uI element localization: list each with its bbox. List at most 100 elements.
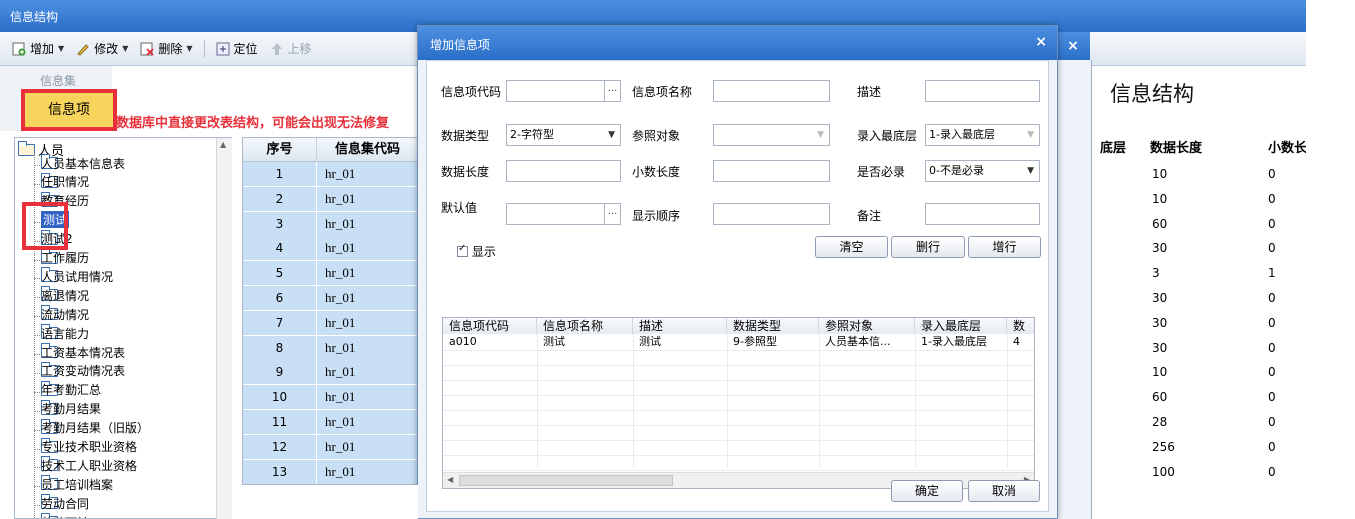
cell-length: 10 — [1152, 167, 1168, 181]
list-cell[interactable]: 1-录入最底层 — [915, 334, 1007, 350]
row-code: hr_01 — [317, 286, 417, 310]
tree-item[interactable]: 劳动合同 — [41, 494, 89, 511]
ellipsis-button[interactable]: ... — [604, 81, 620, 101]
row-index: 9 — [243, 360, 317, 385]
remark-field[interactable] — [925, 203, 1040, 225]
tree-item[interactable]: 离退情况 — [41, 286, 89, 303]
cell-decimal: 0 — [1268, 464, 1276, 479]
clear-button[interactable]: 清空 — [815, 236, 888, 258]
ok-button[interactable]: 确定 — [891, 480, 963, 502]
cell-length: 100 — [1152, 464, 1175, 479]
delete-button[interactable]: 删除 ▼ — [136, 38, 196, 59]
required-select[interactable]: 0-不是必录 ▼ — [925, 160, 1040, 182]
table-row[interactable]: 5 hr_01 — [243, 261, 417, 286]
table-row[interactable]: 9 hr_01 — [243, 360, 417, 385]
table-row[interactable]: 10 hr_01 — [243, 385, 417, 410]
scroll-up-icon[interactable]: ▲ — [220, 140, 226, 149]
chevron-down-icon[interactable]: ▼ — [122, 44, 128, 53]
move-up-label: 上移 — [287, 42, 312, 56]
ellipsis-button[interactable]: ... — [604, 204, 620, 224]
tree-item[interactable]: 工资基本情况表 — [41, 343, 125, 360]
list-column-header[interactable]: 描述 — [633, 318, 727, 334]
datatype-select[interactable]: 2-字符型 ▼ — [506, 124, 621, 146]
list-column-header[interactable]: 参照对象 — [819, 318, 915, 334]
list-cell[interactable]: 9-参照型 — [727, 334, 819, 350]
edit-button[interactable]: 修改 ▼ — [72, 38, 132, 59]
desc-field[interactable] — [925, 80, 1040, 102]
tree-item-label: 人员试用情况 — [41, 269, 114, 284]
tree-scrollbar[interactable]: ▲ — [216, 138, 232, 519]
locate-button[interactable]: 定位 — [212, 38, 262, 59]
scrollbar-thumb[interactable] — [459, 475, 673, 486]
table-row[interactable]: 2 hr_01 — [243, 186, 417, 211]
tree-item[interactable]: 技术工人职业资格 — [41, 456, 137, 473]
window-title-text: 信息结构 — [10, 10, 59, 24]
toolbar-separator — [203, 39, 205, 58]
tree-item[interactable]: 人员试用情况 — [41, 267, 113, 284]
list-column-header[interactable]: 录入最底层 — [915, 318, 1007, 334]
close-icon[interactable]: × — [1035, 34, 1047, 50]
column-header-code[interactable]: 信息集代码 — [317, 138, 417, 162]
list-cell[interactable]: 人员基本信... — [819, 334, 915, 350]
name-field[interactable] — [713, 80, 830, 102]
required-value: 0-不是必录 — [929, 164, 984, 177]
tree-item[interactable]: 工作履历 — [41, 248, 89, 265]
table-row[interactable]: 3 hr_01 — [243, 211, 417, 236]
tab-infoitem[interactable]: 信息项 — [21, 89, 117, 131]
code-field[interactable]: ... — [506, 80, 621, 102]
list-column-header[interactable]: 数据类型 — [727, 318, 819, 334]
list-cell[interactable]: 4 — [1007, 334, 1034, 350]
tree-item[interactable]: 流动情况 — [41, 305, 89, 322]
delete-row-button[interactable]: 删行 — [891, 236, 965, 258]
chevron-down-icon[interactable]: ▼ — [186, 44, 192, 53]
show-checkbox[interactable]: 显示 — [457, 243, 496, 260]
table-row[interactable]: 13 hr_01 — [243, 459, 417, 484]
tree-item[interactable]: 考勤月结果 — [41, 399, 101, 416]
tree-item[interactable]: 工资变动情况表 — [41, 361, 125, 378]
level-select[interactable]: 1-录入最底层 ▼ — [925, 124, 1040, 146]
length-field[interactable] — [506, 160, 621, 182]
list-gridline — [537, 334, 538, 468]
move-up-button[interactable]: 上移 — [266, 38, 316, 59]
tree-item[interactable]: 员工培训档案 — [41, 475, 113, 492]
list-cell[interactable]: a010 — [443, 334, 537, 350]
decimal-field[interactable] — [713, 160, 830, 182]
list-column-header[interactable]: 信息项名称 — [537, 318, 633, 334]
cell-decimal: 0 — [1268, 415, 1276, 429]
tree-item[interactable]: 年考勤汇总 — [41, 380, 101, 397]
scroll-left-icon[interactable]: ◀ — [447, 475, 453, 484]
right-title: 信息结构 — [1110, 82, 1194, 106]
table-row[interactable]: 7 hr_01 — [243, 310, 417, 335]
table-row[interactable]: 6 hr_01 — [243, 286, 417, 310]
tree-item[interactable]: 考勤月结果（旧版） — [41, 418, 149, 435]
column-header-decimal[interactable]: 小数长 — [1268, 137, 1306, 161]
table-row[interactable]: 1 hr_01 — [243, 162, 417, 186]
list-column-header[interactable]: 信息项代码 — [443, 318, 537, 334]
order-field[interactable] — [713, 203, 830, 225]
tree-item[interactable]: 专业技术职业资格 — [41, 437, 137, 454]
add-button[interactable]: 增加 ▼ — [8, 38, 68, 59]
tree-item[interactable]: 语言能力 — [41, 324, 89, 341]
tree-item[interactable]: 人员基本信息表 — [41, 154, 125, 171]
ref-select[interactable]: ▼ — [713, 124, 830, 146]
background-dialog-close[interactable]: × — [1056, 32, 1090, 60]
list-cell[interactable]: 测试 — [633, 334, 727, 350]
chevron-down-icon[interactable]: ▼ — [58, 44, 64, 53]
table-row[interactable]: 4 hr_01 — [243, 236, 417, 261]
table-row[interactable]: 12 hr_01 — [243, 434, 417, 459]
column-header-layer[interactable]: 底层 — [1100, 137, 1126, 161]
list-column-header[interactable]: 数 — [1007, 318, 1034, 334]
tree-item[interactable]: 任职情况 — [41, 172, 89, 189]
table-row[interactable]: 11 hr_01 — [243, 410, 417, 434]
table-row[interactable]: 8 hr_01 — [243, 335, 417, 360]
cancel-button[interactable]: 取消 — [968, 480, 1040, 502]
add-row-button[interactable]: 增行 — [968, 236, 1041, 258]
list-gridline — [633, 334, 634, 468]
column-header-length[interactable]: 数据长度 — [1150, 137, 1202, 161]
list-cell[interactable]: 测试 — [537, 334, 633, 350]
default-field[interactable]: ... — [506, 203, 621, 225]
row-code: hr_01 — [317, 236, 417, 261]
show-label: 显示 — [471, 245, 496, 259]
column-header-index[interactable]: 序号 — [243, 138, 317, 162]
checkbox-checked-icon[interactable] — [457, 243, 468, 257]
